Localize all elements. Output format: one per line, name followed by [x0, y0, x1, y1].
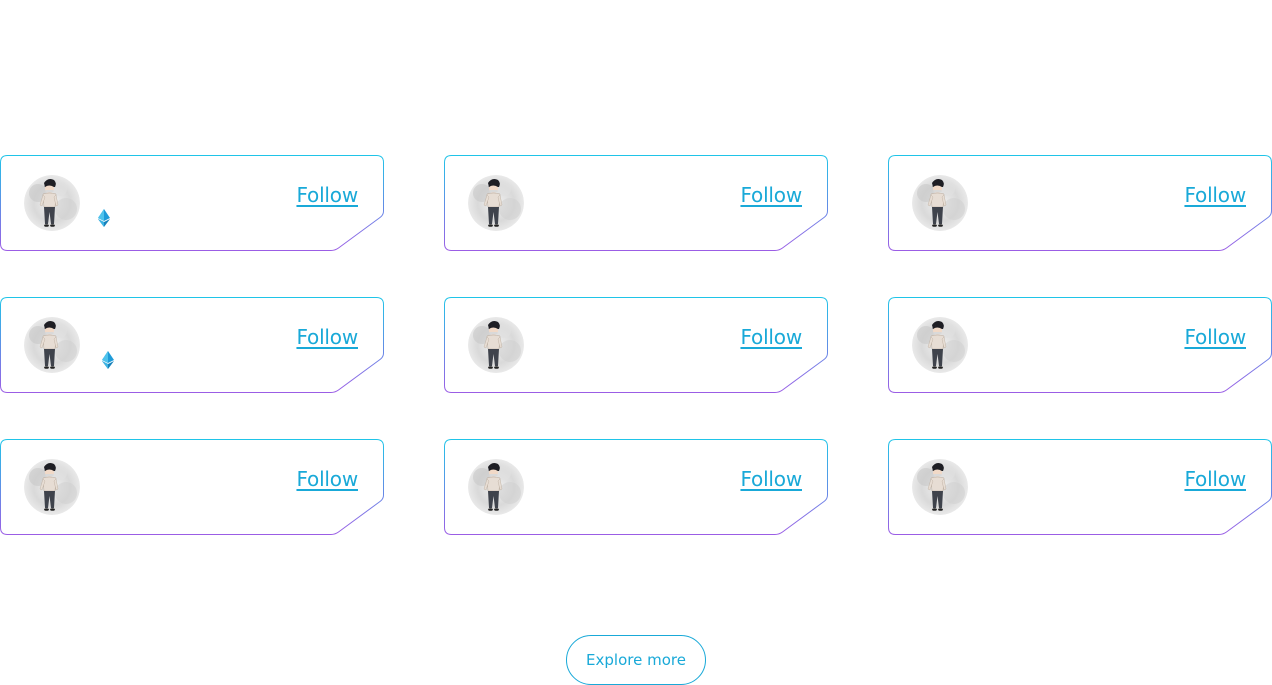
follow-link[interactable]: Follow [740, 325, 802, 349]
creator-card: Follow [444, 439, 828, 535]
creator-card: Follow [444, 297, 828, 393]
follow-link[interactable]: Follow [740, 467, 802, 491]
avatar-icon[interactable] [24, 317, 80, 373]
creator-card: Follow [444, 155, 828, 251]
creator-card: Follow [888, 439, 1272, 535]
ethereum-icon [102, 351, 114, 369]
explore-more-button[interactable]: Explore more [566, 635, 706, 685]
creator-card: Follow [888, 297, 1272, 393]
follow-link[interactable]: Follow [296, 325, 358, 349]
avatar-icon[interactable] [468, 317, 524, 373]
avatar-icon[interactable] [24, 459, 80, 515]
avatar-icon[interactable] [912, 175, 968, 231]
avatar-icon[interactable] [912, 459, 968, 515]
follow-link[interactable]: Follow [1184, 183, 1246, 207]
follow-link[interactable]: Follow [296, 183, 358, 207]
follow-link[interactable]: Follow [1184, 467, 1246, 491]
creators-page: Follow Follow Follow Follow Follow Follo… [0, 0, 1272, 685]
follow-link[interactable]: Follow [740, 183, 802, 207]
follow-link[interactable]: Follow [296, 467, 358, 491]
creator-card: Follow [0, 155, 384, 251]
creator-card: Follow [0, 439, 384, 535]
creator-card: Follow [0, 297, 384, 393]
avatar-icon[interactable] [24, 175, 80, 231]
follow-link[interactable]: Follow [1184, 325, 1246, 349]
avatar-icon[interactable] [912, 317, 968, 373]
avatar-icon[interactable] [468, 459, 524, 515]
creator-card: Follow [888, 155, 1272, 251]
avatar-icon[interactable] [468, 175, 524, 231]
ethereum-icon [98, 209, 110, 227]
